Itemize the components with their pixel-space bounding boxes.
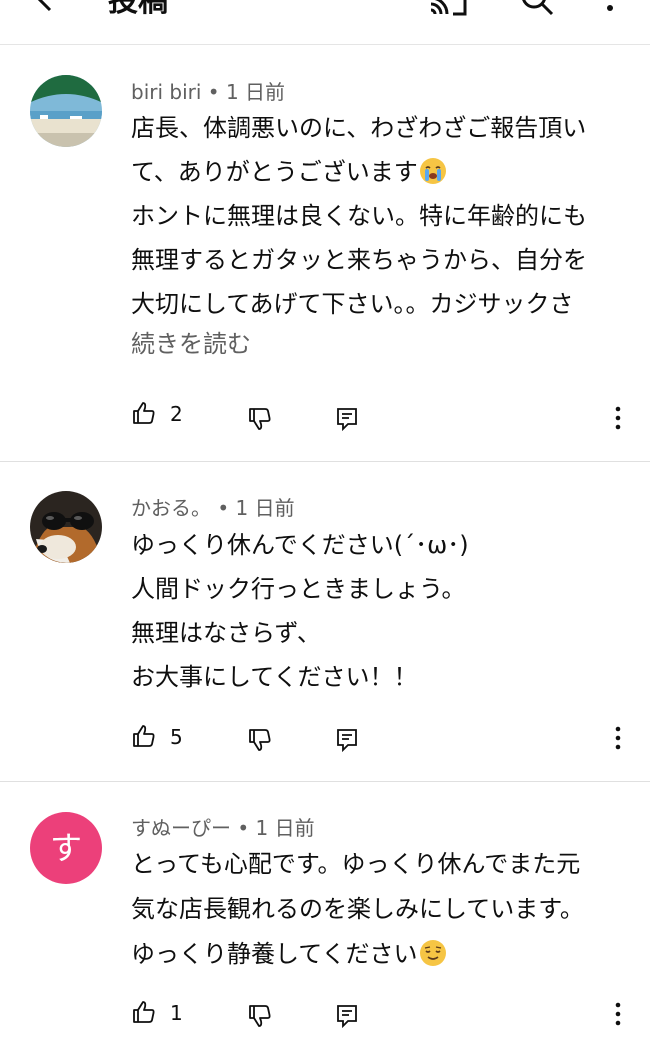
avatar[interactable]: [30, 75, 102, 147]
more-vert-icon[interactable]: [608, 405, 628, 435]
relieved-face-icon: [419, 940, 446, 966]
like-count: 2: [170, 402, 183, 426]
like-icon[interactable]: [131, 999, 157, 1029]
more-vert-icon[interactable]: [608, 1001, 628, 1031]
avatar[interactable]: [30, 491, 102, 563]
comment-text-line: 無理はなさらず、: [131, 619, 321, 647]
comment-time: 1 日前: [225, 80, 286, 104]
back-arrow-icon[interactable]: [30, 0, 58, 22]
comment-card: す すぬーぴー • 1 日前 とっても心配です。ゆっくり休んでまた元 気な店長観…: [0, 782, 650, 1054]
comment-text-line: ゆっくり静養してください: [131, 939, 446, 969]
comment-text-line: て、ありがとうございます: [131, 157, 446, 187]
page-title: 投稿: [108, 0, 168, 19]
avatar[interactable]: す: [30, 812, 102, 884]
author-name[interactable]: すぬーぴー: [131, 816, 231, 840]
like-icon[interactable]: [131, 723, 157, 753]
loudly-crying-face-icon: [419, 158, 446, 184]
comment-text-line: 店長、体調悪いのに、わざわざご報告頂い: [131, 114, 587, 142]
comment-text-line: お大事にしてください！！: [131, 663, 418, 691]
more-vert-icon[interactable]: [608, 725, 628, 755]
author-name[interactable]: biri biri: [131, 80, 201, 104]
search-icon[interactable]: [518, 0, 558, 24]
comment-text-line: 気な店長観れるのを楽しみにしています。: [131, 895, 584, 923]
reply-icon[interactable]: [335, 406, 359, 436]
comment-meta: biri biri • 1 日前: [131, 80, 286, 104]
like-count: 5: [170, 725, 183, 749]
comment-text-line: 無理するとガタッと来ちゃうから、自分を: [131, 246, 587, 274]
reply-icon[interactable]: [335, 727, 359, 757]
like-icon[interactable]: [131, 400, 157, 430]
reply-icon[interactable]: [335, 1003, 359, 1033]
comment-text-line: 大切にしてあげて下さい。。カジサックさ: [131, 290, 574, 318]
comment-text-line: ゆっくり休んでください(´･ω･): [131, 531, 469, 559]
dislike-icon[interactable]: [247, 406, 273, 436]
avatar-letter: す: [49, 829, 82, 867]
like-count: 1: [170, 1001, 183, 1025]
more-vert-icon[interactable]: [600, 0, 620, 22]
comment-card: biri biri • 1 日前 店長、体調悪いのに、わざわざご報告頂い て、あ…: [0, 44, 650, 462]
dislike-icon[interactable]: [247, 1003, 273, 1033]
comment-card: かおる。 • 1 日前 ゆっくり休んでください(´･ω･) 人間ドック行っときま…: [0, 462, 650, 782]
author-name[interactable]: かおる。: [131, 496, 211, 520]
dislike-icon[interactable]: [247, 727, 273, 757]
comment-time: 1 日前: [255, 816, 315, 840]
comment-time: 1 日前: [235, 496, 295, 520]
comment-meta: すぬーぴー • 1 日前: [131, 816, 315, 840]
top-app-bar: 投稿: [0, 0, 650, 45]
comment-text-line: 人間ドック行っときましょう。: [131, 575, 466, 603]
comment-text-line: ホントに無理は良くない。特に年齢的にも: [131, 202, 587, 230]
comment-meta: かおる。 • 1 日前: [131, 496, 295, 520]
read-more-link[interactable]: 続きを読む: [131, 329, 251, 359]
cast-icon[interactable]: [425, 0, 469, 26]
comment-text-line: とっても心配です。ゆっくり休んでまた元: [131, 850, 581, 878]
